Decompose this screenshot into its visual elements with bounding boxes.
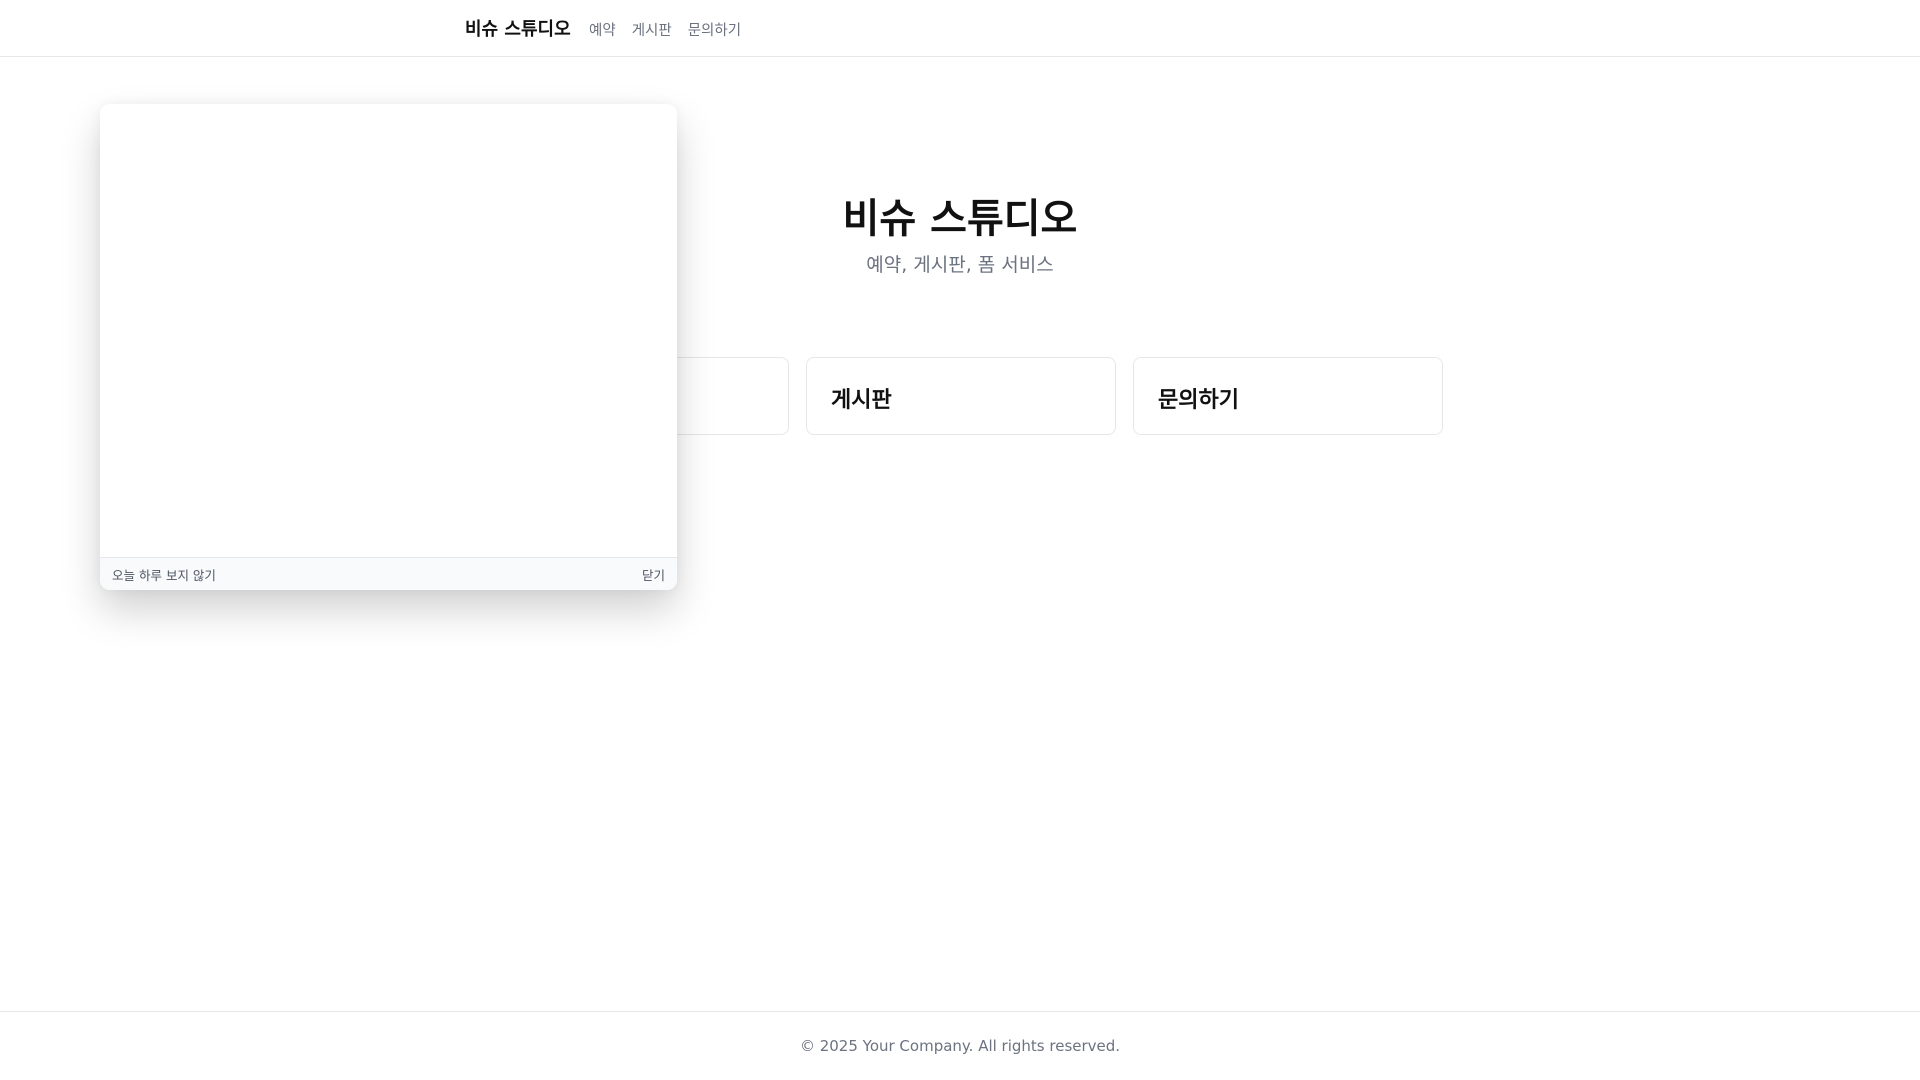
nav-item-board[interactable]: 게시판 bbox=[632, 19, 672, 40]
popup-footer: 오늘 하루 보지 않기 닫기 bbox=[100, 557, 677, 590]
dont-show-today-button[interactable]: 오늘 하루 보지 않기 bbox=[112, 565, 216, 584]
brand-logo[interactable]: 비슈 스튜디오 bbox=[465, 15, 571, 41]
popup-content bbox=[100, 104, 677, 557]
notice-popup: 오늘 하루 보지 않기 닫기 bbox=[100, 104, 677, 590]
main-nav: 예약 게시판 문의하기 bbox=[589, 19, 741, 40]
nav-item-contact[interactable]: 문의하기 bbox=[688, 19, 741, 40]
site-footer: © 2025 Your Company. All rights reserved… bbox=[0, 1011, 1920, 1080]
close-popup-button[interactable]: 닫기 bbox=[642, 565, 665, 584]
nav-item-reservation[interactable]: 예약 bbox=[589, 19, 616, 40]
site-header: 비슈 스튜디오 예약 게시판 문의하기 bbox=[0, 0, 1920, 57]
card-board[interactable]: 게시판 bbox=[806, 357, 1116, 435]
copyright-text: © 2025 Your Company. All rights reserved… bbox=[799, 1037, 1121, 1055]
card-contact[interactable]: 문의하기 bbox=[1133, 357, 1443, 435]
